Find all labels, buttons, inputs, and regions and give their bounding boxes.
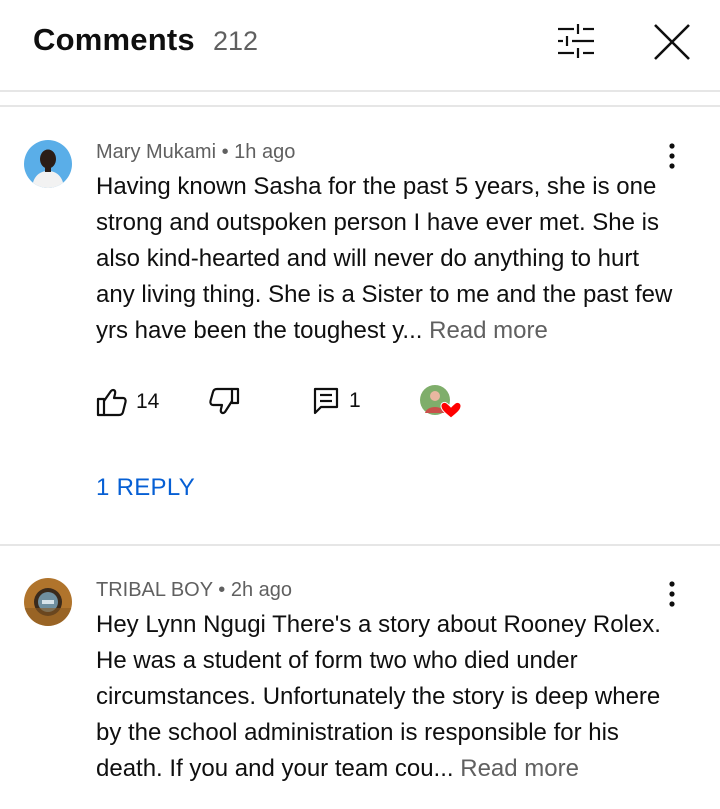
more-vertical-icon xyxy=(669,581,675,607)
sort-filter-button[interactable] xyxy=(556,22,596,62)
close-button[interactable] xyxy=(652,22,692,62)
comment-text: Having known Sasha for the past 5 years,… xyxy=(96,169,676,349)
thumbs-up-icon xyxy=(96,388,127,417)
page-title: Comments xyxy=(33,22,195,57)
reply-button[interactable]: 1 xyxy=(313,387,361,415)
comment-body: Having known Sasha for the past 5 years,… xyxy=(96,173,673,344)
author-name[interactable]: Mary Mukami xyxy=(96,141,216,163)
sliders-icon xyxy=(558,24,594,58)
read-more-link[interactable]: Read more xyxy=(429,317,548,344)
dislike-button[interactable] xyxy=(208,387,240,417)
thumbs-down-icon xyxy=(209,387,240,415)
view-replies-link[interactable]: 1 REPLY xyxy=(96,474,195,502)
comment-text: Hey Lynn Ngugi There's a story about Roo… xyxy=(96,607,676,787)
section-divider xyxy=(0,105,720,107)
meta-separator: • xyxy=(218,579,226,601)
comment-divider xyxy=(0,544,720,546)
read-more-link[interactable]: Read more xyxy=(460,755,579,782)
comment-icon xyxy=(313,387,339,415)
like-button[interactable]: 14 xyxy=(96,387,159,417)
comment-menu-button[interactable] xyxy=(660,141,684,171)
comment-meta: Mary Mukami • 1h ago xyxy=(96,141,295,164)
reply-count: 1 xyxy=(349,389,361,412)
header-divider xyxy=(0,90,720,92)
avatar[interactable] xyxy=(24,578,72,626)
comment-count: 212 xyxy=(213,26,259,56)
comments-header: Comments 212 xyxy=(0,0,720,90)
comment-time: 1h ago xyxy=(234,141,296,163)
comment-time: 2h ago xyxy=(230,579,293,601)
creator-heart-icon xyxy=(420,385,462,419)
author-name[interactable]: TRIBAL BOY xyxy=(96,579,213,601)
creator-heart xyxy=(419,383,463,421)
avatar[interactable] xyxy=(24,140,72,188)
close-icon xyxy=(654,24,690,60)
comment-meta: TRIBAL BOY • 2h ago xyxy=(96,579,292,602)
comment-menu-button[interactable] xyxy=(660,579,684,609)
more-vertical-icon xyxy=(669,143,675,169)
like-count: 14 xyxy=(136,390,160,413)
meta-separator: • xyxy=(221,141,229,163)
